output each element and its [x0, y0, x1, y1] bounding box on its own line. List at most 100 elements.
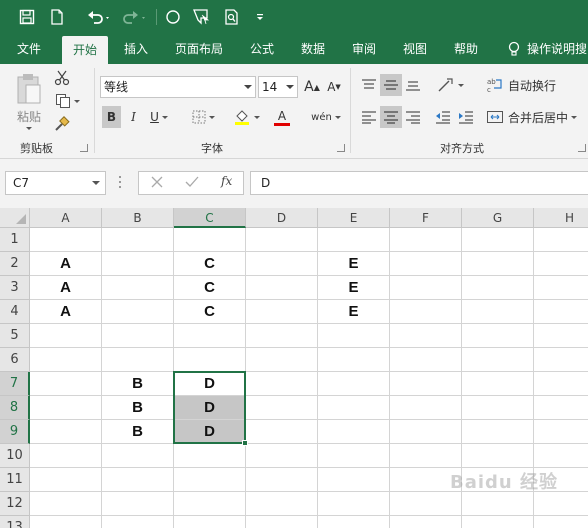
increase-indent-icon[interactable]	[455, 106, 477, 128]
tab-home[interactable]: 开始	[62, 36, 108, 64]
cell-g2[interactable]	[462, 252, 534, 276]
merge-center-button[interactable]: 合并后居中	[486, 106, 588, 128]
cell-e7[interactable]	[318, 372, 390, 396]
tab-insert[interactable]: 插入	[114, 34, 158, 64]
save-icon[interactable]	[16, 0, 38, 34]
align-center-icon[interactable]	[380, 106, 402, 128]
tab-data[interactable]: 数据	[291, 34, 335, 64]
cell-b12[interactable]	[102, 492, 174, 516]
cell-a5[interactable]	[30, 324, 102, 348]
row-header-2[interactable]: 2	[0, 252, 30, 276]
alignment-launcher-icon[interactable]	[578, 144, 586, 152]
cell-c13[interactable]	[174, 516, 246, 528]
cell-a3[interactable]: A	[30, 276, 102, 300]
drag-handle[interactable]	[119, 176, 122, 190]
align-left-icon[interactable]	[358, 106, 380, 128]
cell-b4[interactable]	[102, 300, 174, 324]
cell-h5[interactable]	[534, 324, 588, 348]
column-header-d[interactable]: D	[246, 208, 318, 228]
enter-icon[interactable]	[185, 175, 199, 192]
cell-h12[interactable]	[534, 492, 588, 516]
cell-c5[interactable]	[174, 324, 246, 348]
cell-d3[interactable]	[246, 276, 318, 300]
fill-color-button[interactable]	[230, 106, 262, 128]
cell-h6[interactable]	[534, 348, 588, 372]
cell-e4[interactable]: E	[318, 300, 390, 324]
cell-e12[interactable]	[318, 492, 390, 516]
decrease-indent-icon[interactable]	[432, 106, 454, 128]
cut-icon[interactable]	[52, 68, 72, 88]
cell-e13[interactable]	[318, 516, 390, 528]
customize-icon[interactable]	[253, 0, 267, 34]
cell-d2[interactable]	[246, 252, 318, 276]
cell-b5[interactable]	[102, 324, 174, 348]
cell-h1[interactable]	[534, 228, 588, 252]
cell-b10[interactable]	[102, 444, 174, 468]
paste-button[interactable]: 粘贴	[10, 68, 48, 134]
cell-c9[interactable]: D	[174, 420, 246, 444]
tab-file[interactable]: 文件	[6, 34, 52, 64]
font-name-select[interactable]: 等线	[100, 76, 256, 98]
bold-button[interactable]: B	[102, 106, 121, 128]
cell-f8[interactable]	[390, 396, 462, 420]
row-header-1[interactable]: 1	[0, 228, 30, 252]
touch-mode-icon[interactable]	[191, 0, 213, 34]
tab-formulas[interactable]: 公式	[240, 34, 284, 64]
cell-f2[interactable]	[390, 252, 462, 276]
cell-b7[interactable]: B	[102, 372, 174, 396]
undo-icon[interactable]	[84, 0, 114, 34]
copy-icon[interactable]	[52, 91, 82, 111]
cell-d1[interactable]	[246, 228, 318, 252]
column-header-c[interactable]: C	[174, 208, 246, 228]
row-header-5[interactable]: 5	[0, 324, 30, 348]
cell-d7[interactable]	[246, 372, 318, 396]
column-header-g[interactable]: G	[462, 208, 534, 228]
select-all-button[interactable]	[0, 208, 30, 228]
cell-h8[interactable]	[534, 396, 588, 420]
cell-f10[interactable]	[390, 444, 462, 468]
row-header-11[interactable]: 11	[0, 468, 30, 492]
cell-b3[interactable]	[102, 276, 174, 300]
cell-a7[interactable]	[30, 372, 102, 396]
tell-me-search[interactable]: 操作说明搜	[527, 34, 588, 64]
cell-d6[interactable]	[246, 348, 318, 372]
tab-review[interactable]: 审阅	[342, 34, 386, 64]
cell-c11[interactable]	[174, 468, 246, 492]
cell-b6[interactable]	[102, 348, 174, 372]
row-header-12[interactable]: 12	[0, 492, 30, 516]
cell-h13[interactable]	[534, 516, 588, 528]
cell-a12[interactable]	[30, 492, 102, 516]
cell-g8[interactable]	[462, 396, 534, 420]
cell-g13[interactable]	[462, 516, 534, 528]
new-file-icon[interactable]	[46, 0, 68, 34]
fill-handle[interactable]	[242, 440, 248, 446]
align-middle-icon[interactable]	[380, 74, 402, 96]
cell-g7[interactable]	[462, 372, 534, 396]
cell-a8[interactable]	[30, 396, 102, 420]
row-header-6[interactable]: 6	[0, 348, 30, 372]
cell-g4[interactable]	[462, 300, 534, 324]
cell-f6[interactable]	[390, 348, 462, 372]
tab-page-layout[interactable]: 页面布局	[166, 34, 232, 64]
cell-f13[interactable]	[390, 516, 462, 528]
cell-c8[interactable]: D	[174, 396, 246, 420]
cell-f12[interactable]	[390, 492, 462, 516]
cell-h7[interactable]	[534, 372, 588, 396]
cell-e6[interactable]	[318, 348, 390, 372]
cell-g5[interactable]	[462, 324, 534, 348]
lightbulb-icon[interactable]	[503, 34, 525, 64]
cell-f5[interactable]	[390, 324, 462, 348]
cell-h4[interactable]	[534, 300, 588, 324]
wrap-text-button[interactable]: ab c 自动换行	[486, 74, 558, 96]
cell-a11[interactable]	[30, 468, 102, 492]
cell-a9[interactable]	[30, 420, 102, 444]
cell-h10[interactable]	[534, 444, 588, 468]
row-header-3[interactable]: 3	[0, 276, 30, 300]
cell-g1[interactable]	[462, 228, 534, 252]
cell-d13[interactable]	[246, 516, 318, 528]
cell-e9[interactable]	[318, 420, 390, 444]
cell-d12[interactable]	[246, 492, 318, 516]
row-header-4[interactable]: 4	[0, 300, 30, 324]
cell-g10[interactable]	[462, 444, 534, 468]
clipboard-launcher-icon[interactable]	[80, 144, 88, 152]
